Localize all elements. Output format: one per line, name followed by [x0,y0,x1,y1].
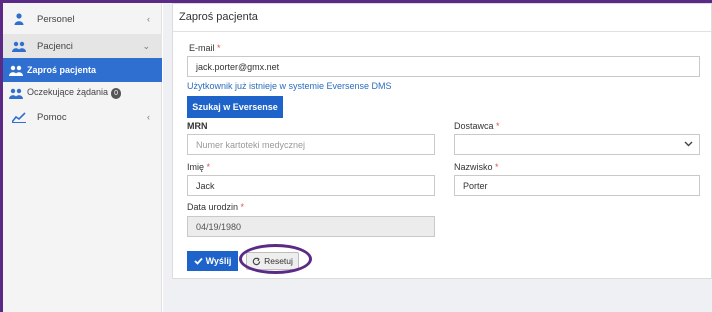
outer-frame [0,0,712,312]
